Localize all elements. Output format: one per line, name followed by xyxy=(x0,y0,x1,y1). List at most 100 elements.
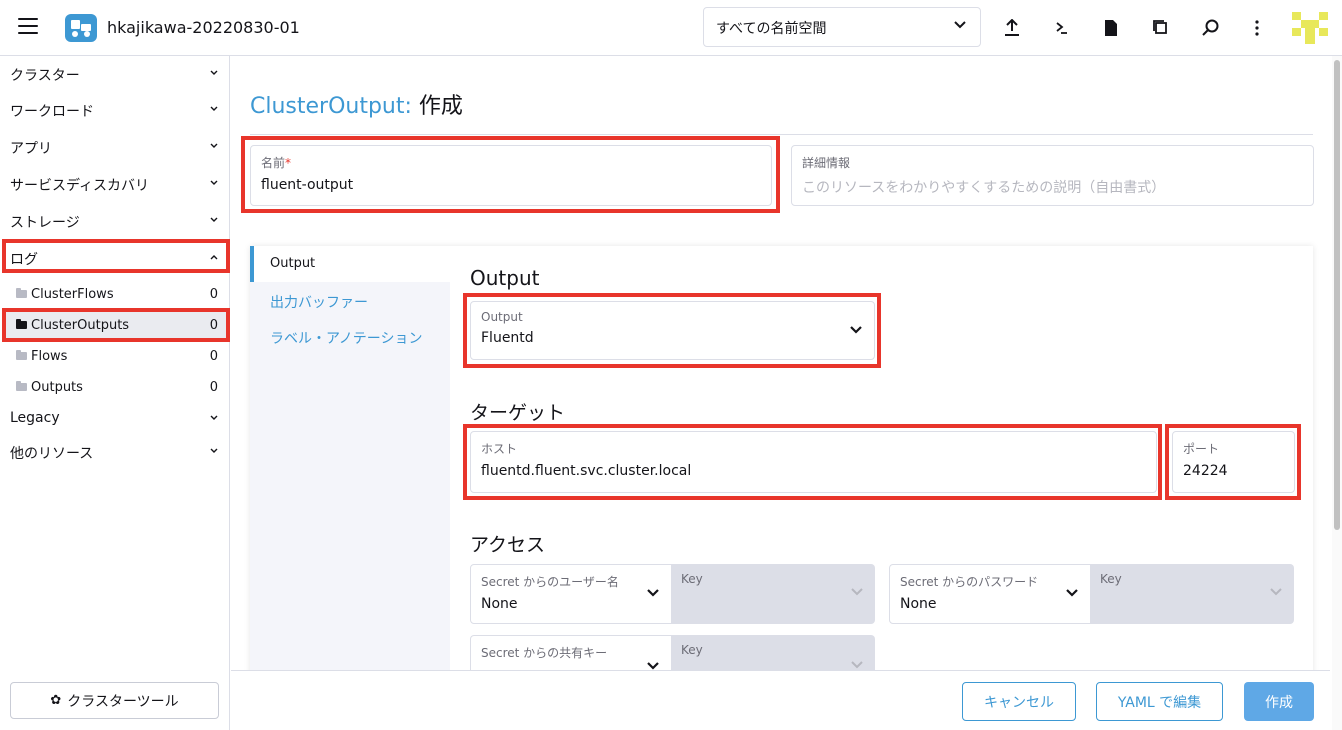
chevron-down-icon xyxy=(647,662,659,670)
host-field[interactable]: ホスト fluentd.fluent.svc.cluster.local xyxy=(470,431,1157,493)
upload-icon[interactable] xyxy=(1000,16,1024,40)
chevron-down-icon xyxy=(851,588,863,596)
password-key-label: Key xyxy=(1100,572,1122,586)
page-title-resource: ClusterOutput: xyxy=(250,94,412,119)
nav-group-cluster[interactable]: クラスター xyxy=(0,56,230,92)
port-field[interactable]: ポート 24224 xyxy=(1172,431,1295,493)
sidebar-item-outputs[interactable]: Outputs 0 xyxy=(4,372,228,402)
sidebar-item-clusteroutputs[interactable]: ClusterOutputs 0 xyxy=(4,310,228,340)
side-tabs: Output 出力バッファー ラベル・アノテーション xyxy=(250,246,450,676)
folder-icon xyxy=(16,350,27,360)
output-heading: Output xyxy=(470,266,540,290)
menu-icon[interactable] xyxy=(18,18,38,36)
sidebar-item-count: 0 xyxy=(209,349,218,364)
username-key-label: Key xyxy=(681,572,703,586)
page-title: ClusterOutput: 作成 xyxy=(250,88,463,120)
gear-icon: ✿ xyxy=(50,693,62,708)
output-select-value: Fluentd xyxy=(481,330,534,346)
username-key-select[interactable]: Key xyxy=(671,564,875,624)
scrollbar[interactable] xyxy=(1332,56,1342,730)
cluster-name: hkajikawa-20220830-01 xyxy=(107,18,300,37)
nav-group-label: Legacy xyxy=(10,410,60,426)
namespace-select-value: すべての名前空間 xyxy=(716,21,827,37)
password-secret-value: None xyxy=(900,596,937,612)
username-secret-value: None xyxy=(481,596,518,612)
port-field-value: 24224 xyxy=(1183,463,1228,479)
page-title-action: 作成 xyxy=(418,94,463,119)
top-header: hkajikawa-20220830-01 すべての名前空間 xyxy=(0,0,1342,56)
chevron-down-icon xyxy=(954,21,966,29)
chevron-down-icon xyxy=(210,217,218,222)
description-field[interactable]: 詳細情報 このリソースをわかりやすくするための説明（自由書式） xyxy=(791,145,1314,206)
output-select-label: Output xyxy=(481,310,523,324)
nav-group-label: クラスター xyxy=(10,68,80,84)
name-field[interactable]: 名前* fluent-output xyxy=(250,145,772,206)
output-select[interactable]: Output Fluentd xyxy=(470,301,875,360)
user-avatar[interactable] xyxy=(1292,12,1328,44)
chevron-down-icon xyxy=(210,70,218,75)
access-heading: アクセス xyxy=(470,534,546,556)
sidebar-item-label: Outputs xyxy=(31,379,83,395)
namespace-select[interactable]: すべての名前空間 xyxy=(703,7,981,47)
sidebar-item-label: ClusterOutputs xyxy=(31,317,130,333)
name-field-value: fluent-output xyxy=(261,177,354,193)
folder-icon xyxy=(16,319,27,329)
main-content: ClusterOutput: 作成 名前* fluent-output 詳細情報… xyxy=(231,56,1330,676)
sidebar-item-count: 0 xyxy=(209,380,218,395)
cluster-logo-icon xyxy=(65,14,97,42)
more-icon[interactable] xyxy=(1245,16,1269,40)
password-secret-label: Secret からのパスワード xyxy=(900,575,1039,589)
chevron-down-icon xyxy=(1270,588,1282,596)
nav-group-logging[interactable]: ログ xyxy=(0,240,230,276)
nav-group-label: サービスディスカバリ xyxy=(10,178,150,194)
copy-config-icon[interactable] xyxy=(1149,16,1173,40)
nav-group-workloads[interactable]: ワークロード xyxy=(0,92,230,128)
nav-group-more-resources[interactable]: 他のリソース xyxy=(0,434,230,470)
chevron-down-icon xyxy=(850,326,862,334)
password-key-select[interactable]: Key xyxy=(1090,564,1294,624)
cluster-tools-button[interactable]: ✿ クラスターツール xyxy=(10,682,219,719)
nav-group-storage[interactable]: ストレージ xyxy=(0,203,230,239)
divider xyxy=(250,134,1313,135)
chevron-down-icon xyxy=(210,448,218,453)
footer-bar: キャンセル YAML で編集 作成 xyxy=(231,670,1330,730)
sidebar-item-clusterflows[interactable]: ClusterFlows 0 xyxy=(4,279,228,309)
form-card: Output 出力バッファー ラベル・アノテーション Output Output… xyxy=(250,246,1313,676)
nav-group-legacy[interactable]: Legacy xyxy=(0,401,230,437)
sidebar-item-label: Flows xyxy=(31,348,68,364)
scrollbar-thumb[interactable] xyxy=(1334,60,1340,530)
sidebar-item-label: ClusterFlows xyxy=(31,286,114,302)
chevron-up-icon xyxy=(210,255,218,260)
tab-labels-annotations[interactable]: ラベル・アノテーション xyxy=(250,318,450,354)
yaml-edit-button[interactable]: YAML で編集 xyxy=(1096,682,1223,721)
description-field-placeholder: このリソースをわかりやすくするための説明（自由書式） xyxy=(802,180,1166,196)
folder-icon xyxy=(16,381,27,391)
password-secret-select[interactable]: Secret からのパスワード None xyxy=(889,564,1091,624)
cancel-button[interactable]: キャンセル xyxy=(962,682,1076,721)
create-button[interactable]: 作成 xyxy=(1244,682,1314,721)
sidebar-item-count: 0 xyxy=(209,318,218,333)
chevron-down-icon xyxy=(647,589,659,597)
chevron-down-icon xyxy=(210,180,218,185)
search-icon[interactable] xyxy=(1199,16,1223,40)
name-field-label: 名前* xyxy=(261,156,292,170)
nav-group-label: アプリ xyxy=(10,141,52,157)
file-icon[interactable] xyxy=(1099,16,1123,40)
tab-output-buffer[interactable]: 出力バッファー xyxy=(250,282,450,318)
nav-group-label: ワークロード xyxy=(10,104,94,120)
terminal-icon[interactable] xyxy=(1050,16,1074,40)
tab-output[interactable]: Output xyxy=(250,246,450,282)
sidebar-item-flows[interactable]: Flows 0 xyxy=(4,341,228,371)
username-secret-select[interactable]: Secret からのユーザー名 None xyxy=(470,564,672,624)
nav-group-label: ストレージ xyxy=(10,215,80,231)
nav-group-apps[interactable]: アプリ xyxy=(0,129,230,165)
nav-group-label: ログ xyxy=(10,252,38,268)
port-field-label: ポート xyxy=(1183,442,1220,456)
target-heading: ターゲット xyxy=(470,402,566,424)
chevron-down-icon xyxy=(210,415,218,420)
cluster-tools-label: クラスターツール xyxy=(67,693,179,710)
shared-key-key-label: Key xyxy=(681,643,703,657)
chevron-down-icon xyxy=(210,106,218,111)
nav-group-service-discovery[interactable]: サービスディスカバリ xyxy=(0,166,230,202)
shared-key-secret-label: Secret からの共有キー xyxy=(481,646,608,660)
